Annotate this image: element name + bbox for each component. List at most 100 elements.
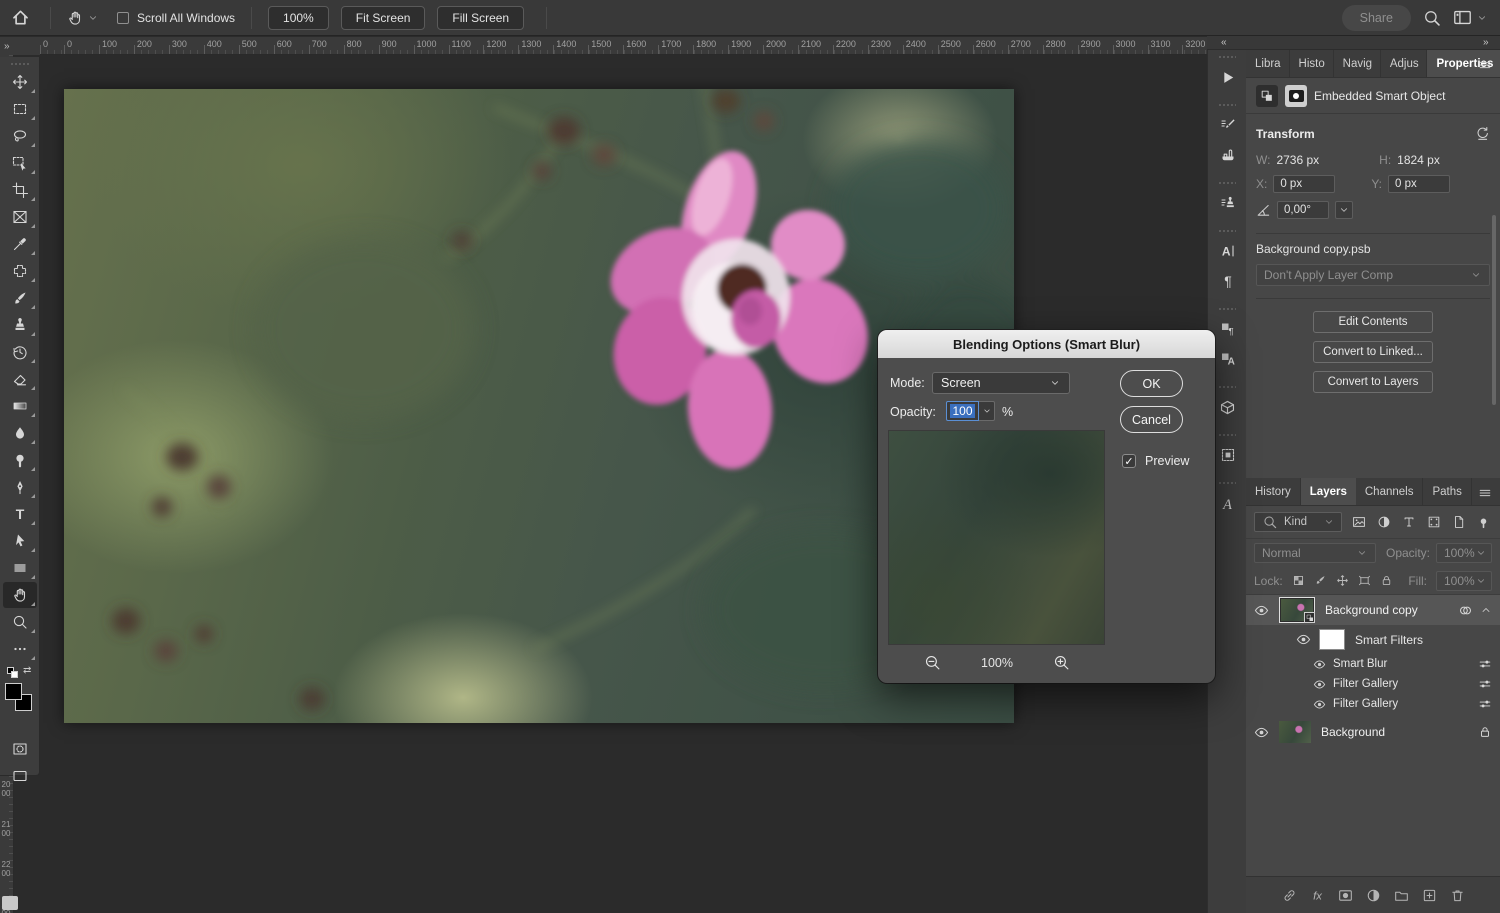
layer-comp-dropdown[interactable]: Don't Apply Layer Comp bbox=[1256, 264, 1490, 286]
layer-name[interactable]: Background bbox=[1321, 725, 1385, 739]
filter-name[interactable]: Smart Blur bbox=[1333, 658, 1387, 670]
mask-chip[interactable] bbox=[1285, 85, 1307, 107]
fill-screen-button[interactable]: Fill Screen bbox=[437, 6, 524, 30]
zoom-tool[interactable] bbox=[3, 609, 37, 635]
lasso-tool[interactable] bbox=[3, 123, 37, 149]
clone-stamp-tool[interactable] bbox=[3, 312, 37, 338]
collapse-strip-button[interactable]: « bbox=[1221, 37, 1226, 48]
ellipsis-tool[interactable] bbox=[3, 636, 37, 662]
x-input[interactable]: 0 px bbox=[1273, 175, 1335, 193]
filter-name[interactable]: Filter Gallery bbox=[1333, 678, 1398, 690]
smart-object-filter-icon[interactable] bbox=[1452, 515, 1466, 529]
brush-settings-panel-button[interactable] bbox=[1208, 110, 1247, 140]
cancel-button[interactable]: Cancel bbox=[1120, 406, 1183, 433]
smart-object-chip[interactable] bbox=[1256, 85, 1278, 107]
visibility-eye-icon[interactable] bbox=[1313, 658, 1326, 671]
share-button[interactable]: Share bbox=[1342, 5, 1411, 31]
foreground-color[interactable] bbox=[5, 683, 22, 700]
ruler-corner[interactable]: » bbox=[0, 37, 40, 55]
color-swatches[interactable] bbox=[0, 679, 39, 735]
panel-menu-icon[interactable] bbox=[1478, 58, 1492, 72]
history-brush-tool[interactable] bbox=[3, 339, 37, 365]
smart-filter-item[interactable]: Smart Blur bbox=[1246, 654, 1500, 674]
smart-filter-item[interactable]: Filter Gallery bbox=[1246, 674, 1500, 694]
blend-mode-dropdown[interactable]: Normal bbox=[1254, 543, 1376, 563]
smart-filter-circles-icon[interactable] bbox=[1458, 603, 1473, 618]
zoom-in-icon[interactable] bbox=[1053, 654, 1070, 671]
swap-colors-icon[interactable]: ⇄ bbox=[23, 665, 31, 676]
frame-tool[interactable] bbox=[3, 204, 37, 230]
tool-preset[interactable] bbox=[61, 10, 105, 26]
angle-input[interactable]: 0,00° bbox=[1277, 201, 1329, 219]
palette-grip[interactable] bbox=[10, 62, 29, 66]
screen-mode-button[interactable] bbox=[3, 763, 37, 789]
path-selection-tool[interactable] bbox=[3, 528, 37, 554]
visibility-eye-icon[interactable] bbox=[1254, 725, 1269, 740]
document-canvas[interactable] bbox=[64, 89, 1014, 723]
visibility-eye-icon[interactable] bbox=[1296, 632, 1311, 647]
quick-mask-button[interactable] bbox=[3, 736, 37, 762]
layer-thumbnail[interactable] bbox=[1279, 721, 1311, 743]
clone-source-panel-button[interactable] bbox=[1208, 188, 1247, 218]
filter-mask-thumbnail[interactable] bbox=[1319, 629, 1345, 650]
dialog-title[interactable]: Blending Options (Smart Blur) bbox=[878, 330, 1215, 358]
tab-histo[interactable]: Histo bbox=[1290, 50, 1334, 77]
hand-tool[interactable] bbox=[3, 582, 37, 608]
tab-history[interactable]: History bbox=[1246, 478, 1301, 505]
brush-tool[interactable] bbox=[3, 285, 37, 311]
pen-tool[interactable] bbox=[3, 474, 37, 500]
visibility-eye-icon[interactable] bbox=[1313, 698, 1326, 711]
adjustment-button[interactable] bbox=[1366, 888, 1381, 903]
lock-paint-icon[interactable] bbox=[1314, 574, 1327, 587]
tab-adjus[interactable]: Adjus bbox=[1381, 50, 1428, 77]
home-button[interactable] bbox=[0, 8, 40, 27]
tab-paths[interactable]: Paths bbox=[1423, 478, 1471, 505]
mixer-brush-panel-button[interactable] bbox=[1208, 140, 1247, 170]
paragraph-panel-button[interactable]: ¶ bbox=[1208, 266, 1247, 296]
crop-tool[interactable] bbox=[3, 177, 37, 203]
layer-name[interactable]: Background copy bbox=[1325, 603, 1418, 617]
kind-filter-dropdown[interactable]: Kind bbox=[1254, 512, 1342, 532]
tab-libra[interactable]: Libra bbox=[1246, 50, 1290, 77]
filter-toggle-icon[interactable] bbox=[1477, 516, 1490, 529]
y-input[interactable]: 0 px bbox=[1388, 175, 1450, 193]
filter-options-icon[interactable] bbox=[1478, 697, 1492, 711]
mask-button[interactable] bbox=[1338, 888, 1353, 903]
healing-brush-tool[interactable] bbox=[3, 258, 37, 284]
dialog-opacity-input[interactable]: 100 bbox=[946, 401, 995, 421]
convert-to-layers-button[interactable]: Convert to Layers bbox=[1313, 371, 1433, 393]
properties-scrollbar[interactable] bbox=[1492, 215, 1496, 405]
eraser-tool[interactable] bbox=[3, 366, 37, 392]
object-selection-tool[interactable] bbox=[3, 150, 37, 176]
filter-options-icon[interactable] bbox=[1478, 657, 1492, 671]
lock-all-icon[interactable] bbox=[1380, 574, 1393, 587]
collapse-icon[interactable] bbox=[1480, 604, 1492, 616]
blur-tool[interactable] bbox=[3, 420, 37, 446]
type-tool[interactable]: T bbox=[3, 501, 37, 527]
visibility-eye-icon[interactable] bbox=[1313, 678, 1326, 691]
lock-transparency-icon[interactable] bbox=[1292, 574, 1305, 587]
adjustment-filter-icon[interactable] bbox=[1377, 515, 1391, 529]
pixel-layer-filter-icon[interactable] bbox=[1352, 515, 1366, 529]
group-button[interactable] bbox=[1394, 888, 1409, 903]
edit-contents-button[interactable]: Edit Contents bbox=[1313, 311, 1433, 333]
fit-screen-button[interactable]: Fit Screen bbox=[341, 6, 426, 30]
opacity-dropdown[interactable]: 100% bbox=[1436, 543, 1492, 563]
tab-layers[interactable]: Layers bbox=[1301, 478, 1356, 505]
ok-button[interactable]: OK bbox=[1120, 370, 1183, 397]
lock-icon[interactable] bbox=[1478, 725, 1492, 739]
collapse-panels-button[interactable]: » bbox=[1483, 37, 1488, 48]
zoom-100-button[interactable]: 100% bbox=[268, 6, 329, 30]
zoom-out-icon[interactable] bbox=[924, 654, 941, 671]
visibility-eye-icon[interactable] bbox=[1254, 603, 1269, 618]
reset-transform-icon[interactable] bbox=[1475, 126, 1490, 141]
layer-name[interactable]: Smart Filters bbox=[1355, 633, 1423, 647]
actions-play-panel-button[interactable] bbox=[1208, 62, 1247, 92]
scroll-all-windows-checkbox[interactable] bbox=[117, 12, 129, 24]
new-layer-button[interactable] bbox=[1422, 888, 1437, 903]
filter-options-icon[interactable] bbox=[1478, 677, 1492, 691]
layer-row[interactable]: Background copy bbox=[1246, 595, 1500, 625]
opacity-dropdown-button[interactable] bbox=[979, 401, 995, 421]
convert-to-linked-button[interactable]: Convert to Linked... bbox=[1313, 341, 1433, 363]
lock-artboard-icon[interactable] bbox=[1358, 574, 1371, 587]
